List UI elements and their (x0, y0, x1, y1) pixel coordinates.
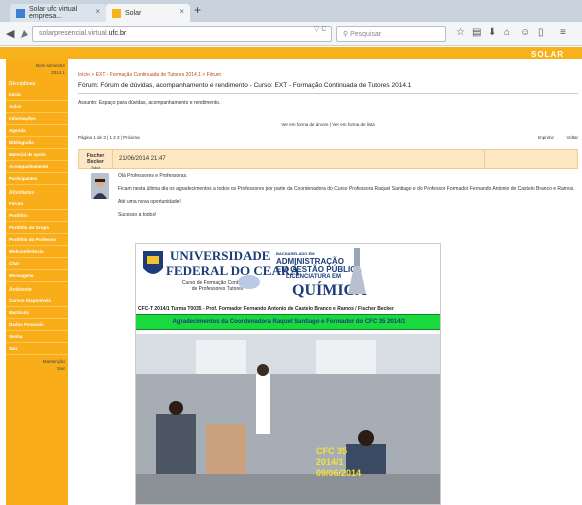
tab-favicon-icon (112, 8, 121, 18)
print-link[interactable]: Imprimir (538, 135, 554, 140)
sidebar-item-informacoes[interactable]: Informações (6, 113, 68, 125)
post-author-name[interactable]: Fischer Becker (79, 153, 112, 165)
site-identity-icon[interactable] (20, 29, 29, 39)
post-header: Fischer Becker Tutor 21/06/2014 21:47 (78, 149, 578, 170)
banner-ufc-title-1: UNIVERSIDADE (170, 248, 271, 263)
page-title: Fórum: Fórum de dúvidas, acompanhamento … (78, 82, 412, 89)
sidebar-semester: 2014.1 (51, 70, 65, 75)
tab-favicon-icon (16, 8, 25, 18)
post-paragraph: Sucesso a todos! (118, 212, 157, 218)
menu-icon[interactable]: ≡ (560, 27, 566, 38)
new-tab-button[interactable]: + (194, 3, 201, 17)
url-bar[interactable]: solarpresencial.virtual.ufc.br (32, 26, 332, 42)
banner-caption: CFC 35 2014/1 09/06/2014 (316, 446, 361, 479)
view-mode-links[interactable]: Ver em forma de árvore | Ver em forma de… (78, 122, 578, 127)
sidebar-item-portfolio-professor[interactable]: Portfólio do Professor (6, 234, 68, 246)
sidebar-item-forum[interactable]: Fórum (6, 198, 68, 210)
reading-list-icon[interactable]: ▤ (472, 27, 481, 38)
sidebar-item-participantes[interactable]: Participantes (6, 173, 68, 185)
post-image: UNIVERSIDADE FEDERAL DO CEARÁ Curso de F… (135, 243, 441, 505)
sidebar-item-acompanhamento[interactable]: Acompanhamento (6, 161, 68, 173)
browser-tab-label: Solar (125, 9, 142, 17)
post-paragraph: Olá Professores e Professoras. (118, 173, 188, 179)
sidebar: Bom semestre 2014.1 Disciplinas Início A… (6, 59, 68, 505)
page: SOLAR Bom semestre 2014.1 Disciplinas In… (0, 47, 582, 505)
browser-tab-2[interactable]: Solar × (106, 4, 190, 22)
post-paragraph: Ficam nesta última dia os agradecimentos… (118, 186, 575, 192)
sidebar-item-material[interactable]: Material de apoio (6, 149, 68, 161)
banner-course-line: CFC-T 2014/1 Turma T0035 - Prof. Formado… (138, 306, 394, 312)
post-paragraph: Até uma nova oportunidade! (118, 199, 181, 205)
browser-nav-bar: ◀ solarpresencial.virtual.ufc.br ▽ C ⚲ P… (0, 22, 582, 46)
sidebar-item-inicio[interactable]: Início (6, 89, 68, 101)
post-date: 21/06/2014 21:47 (119, 156, 166, 162)
pagination[interactable]: Página 1 de 3 | 1 2 3 | Próxima (78, 135, 140, 140)
breadcrumb[interactable]: Início > EXT - Formação Continuada de Tu… (78, 72, 578, 78)
search-icon: ⚲ (343, 31, 349, 38)
pagination-row: Página 1 de 3 | 1 2 3 | Próxima Imprimir… (78, 135, 578, 145)
sidebar-item-portfolio-grupo[interactable]: Portfólio do Grupo (6, 222, 68, 234)
post-actions: Imprimir Voltar (538, 135, 578, 140)
sidebar-footer-line[interactable]: Sair (6, 365, 65, 372)
search-input[interactable]: ⚲ Pesquisar (336, 26, 446, 42)
sidebar-footer: Mantenção Sair (6, 355, 68, 372)
banner-green-bar: Agradecimentos da Coordenadora Raquel Sa… (136, 314, 440, 330)
top-band: SOLAR (0, 47, 582, 59)
sidebar-item-sair[interactable]: Sair (6, 343, 68, 355)
classroom-photo (136, 334, 440, 504)
sidebar-item-chat[interactable]: Chat (6, 258, 68, 270)
sidebar-item-dados-pessoais[interactable]: Dados Pessoais (6, 319, 68, 331)
forum-subject: Assunto: Espaço para dúvidas, acompanham… (78, 100, 221, 106)
post-author-role: Tutor (90, 165, 101, 170)
sidebar-item-portfolio[interactable]: Portfólio (6, 210, 68, 222)
close-tab-icon[interactable]: × (95, 7, 100, 16)
back-link[interactable]: Voltar (566, 135, 578, 140)
browser-tab-1[interactable]: Solar ufc virtual empresa... × (10, 4, 106, 22)
sidebar-section-title: Disciplinas (9, 81, 36, 87)
sidebar-item-cursos[interactable]: Cursos Disponíveis (6, 295, 68, 307)
reload-icon[interactable]: ▽ C (314, 25, 326, 33)
home-icon[interactable]: ⌂ (504, 27, 510, 38)
sidebar-item-webconferencia[interactable]: Webconferência (6, 246, 68, 258)
sidebar-item-matricula[interactable]: Matrícula (6, 307, 68, 319)
divider (484, 150, 485, 168)
sidebar-section-title: Ambiente (9, 287, 32, 293)
ufc-crest-icon (143, 251, 163, 274)
url-domain: ufc.br (108, 30, 127, 37)
sidebar-footer-line[interactable]: Mantenção (6, 358, 65, 365)
browser-tab-bar: Solar ufc virtual empresa... × Solar × + (0, 0, 582, 22)
sidebar-item-senha[interactable]: Senha (6, 331, 68, 343)
post-body: Olá Professores e Professoras. Ficam nes… (118, 173, 578, 225)
main-content: Início > EXT - Formação Continuada de Tu… (78, 59, 578, 170)
close-tab-icon[interactable]: × (179, 7, 184, 16)
back-button[interactable]: ◀ (6, 27, 14, 40)
banner-caption-line: 2014/1 (316, 457, 344, 467)
sidebar-item-aulas[interactable]: Aulas (6, 101, 68, 113)
sync-icon[interactable]: ☺ (520, 27, 530, 38)
divider (78, 93, 578, 94)
sidebar-item-mensagens[interactable]: Mensagens (6, 270, 68, 282)
sidebar-header: Bom semestre 2014.1 (6, 59, 68, 76)
sidebar-item-bibliografia[interactable]: Bibliografia (6, 137, 68, 149)
url-prefix: solarpresencial.virtual. (39, 30, 109, 37)
sidebar-item-agenda[interactable]: Agenda (6, 125, 68, 137)
sidebar-section-title: Atividades (9, 190, 35, 196)
extension-icon[interactable]: ▯ (538, 27, 544, 38)
sidebar-greeting: Bom semestre (35, 63, 65, 68)
avatar (91, 173, 109, 199)
search-placeholder: Pesquisar (350, 31, 382, 38)
banner-caption-line: CFC 35 (316, 446, 348, 456)
flask-icon (348, 248, 366, 294)
bookmark-star-icon[interactable]: ☆ (456, 27, 465, 38)
banner-caption-line: 09/06/2014 (316, 468, 362, 478)
post-author: Fischer Becker Tutor (79, 150, 113, 170)
solar-logo[interactable]: SOLAR (531, 50, 564, 59)
ufc-seal-icon (238, 275, 260, 289)
download-icon[interactable]: ⬇ (488, 27, 496, 38)
banner-lic-line: LICENCIATURA EM (286, 274, 341, 280)
